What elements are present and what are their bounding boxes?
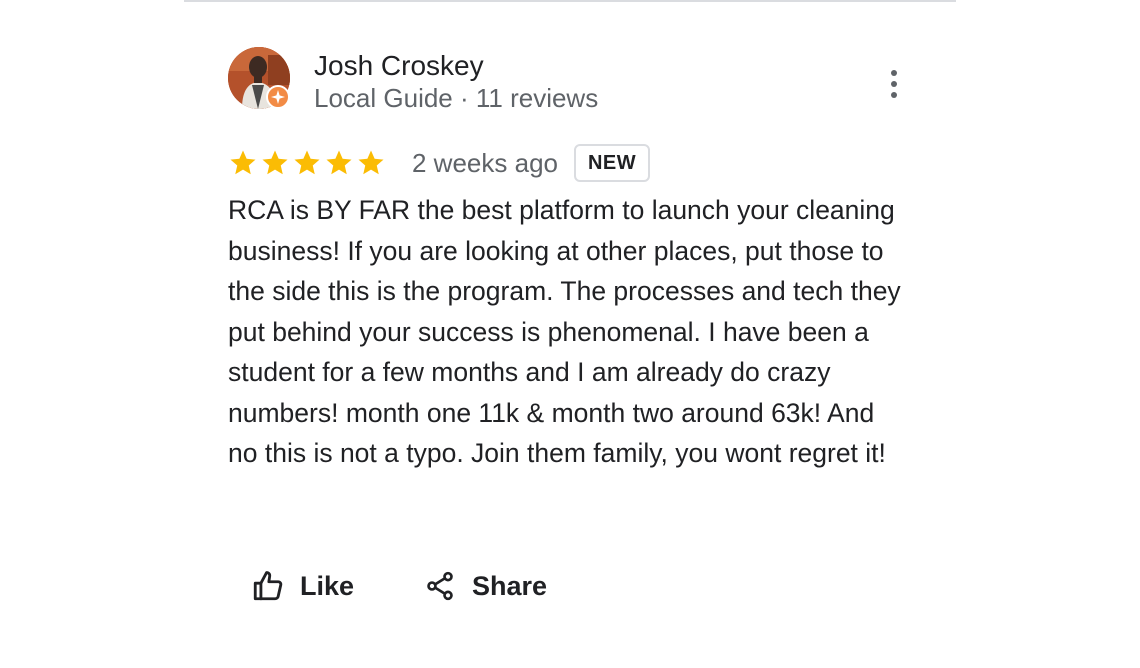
rating-row: 2 weeks ago NEW bbox=[228, 142, 651, 184]
reviewer-name[interactable]: Josh Croskey bbox=[314, 49, 484, 83]
reviewer-meta[interactable]: Local Guide · 11 reviews bbox=[314, 82, 598, 114]
share-button[interactable]: Share bbox=[422, 564, 547, 608]
star-icon bbox=[262, 150, 288, 175]
star-icon bbox=[294, 150, 320, 175]
more-vert-icon bbox=[891, 70, 897, 76]
local-guide-star-icon bbox=[266, 85, 290, 109]
share-icon bbox=[422, 568, 458, 604]
like-button[interactable]: Like bbox=[250, 564, 354, 608]
more-vert-icon-dot bbox=[891, 92, 897, 98]
review-date: 2 weeks ago bbox=[412, 148, 558, 178]
share-label: Share bbox=[472, 570, 548, 601]
star-icon bbox=[358, 150, 384, 175]
star-rating bbox=[228, 148, 388, 178]
new-badge: NEW bbox=[573, 144, 651, 182]
like-label: Like bbox=[300, 570, 355, 601]
star-icon bbox=[326, 150, 352, 175]
star-icon bbox=[230, 150, 256, 175]
more-options-button[interactable] bbox=[878, 64, 910, 104]
more-vert-icon-dot bbox=[891, 81, 897, 87]
review-text: RCA is BY FAR the best platform to launc… bbox=[228, 195, 901, 468]
avatar[interactable] bbox=[228, 47, 290, 109]
thumb-up-icon bbox=[250, 568, 286, 604]
review-card: Josh Croskey Local Guide · 11 reviews 2 … bbox=[0, 0, 1140, 668]
